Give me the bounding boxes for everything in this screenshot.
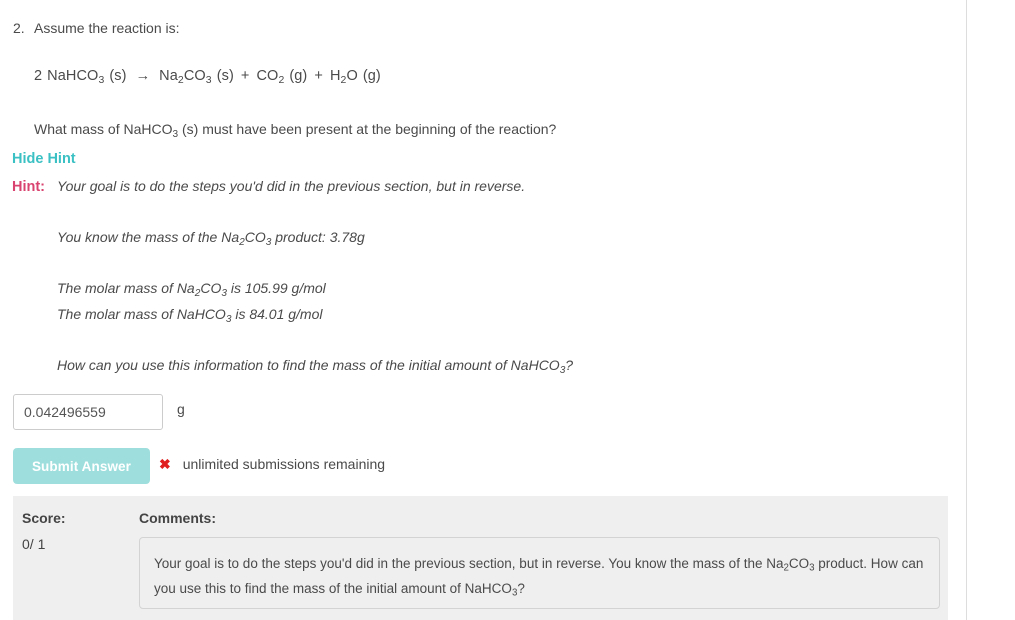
equation-arrow-icon: → xyxy=(135,68,151,84)
hint-molar2-post: is 84.01 g/mol xyxy=(231,306,323,322)
equation-plus-2: + xyxy=(314,68,323,84)
equation-plus-1: + xyxy=(240,68,250,84)
comments-box: Your goal is to do the steps you'd did i… xyxy=(139,537,940,609)
hint-mass-pre: You know the mass of the Na xyxy=(57,229,240,245)
followup-text-pre: What mass of NaHCO xyxy=(34,121,173,137)
hint-molar1-mid: CO xyxy=(200,280,222,296)
hint-first-row: Hint: Your goal is to do the steps you'd … xyxy=(12,178,525,195)
hint-molar1-post: is 105.99 g/mol xyxy=(226,280,326,296)
question-prompt-text: Assume the reaction is: xyxy=(34,20,180,36)
answer-unit-label: g xyxy=(177,401,185,417)
hint-howto-pre: How can you use this information to find… xyxy=(57,357,560,373)
grade-panel: Score: 0/ 1 Comments: Your goal is to do… xyxy=(13,496,948,620)
equation-product3-formula: H xyxy=(329,68,341,84)
equation-reactant-formula: NaHCO xyxy=(47,68,99,84)
question-number: 2. xyxy=(13,20,25,36)
hint-label: Hint: xyxy=(12,179,46,195)
hint-molar2-pre: The molar mass of NaHCO xyxy=(57,306,226,322)
hint-mass-post: product: 3.78g xyxy=(271,229,365,245)
hint-molar1-pre: The molar mass of Na xyxy=(57,280,195,296)
chemical-equation: 2 NaHCO3 (s) → Na2CO3 (s) + CO2 (g) + H2O (g) xyxy=(34,68,381,86)
question-prompt-line: 2. Assume the reaction is: xyxy=(13,18,943,38)
comments-label: Comments: xyxy=(139,510,217,526)
right-gutter xyxy=(967,0,1015,620)
equation-product2-subscript: 2 xyxy=(278,74,285,86)
hint-mass-mid: CO xyxy=(244,229,266,245)
equation-reactant-state: (s) xyxy=(109,68,127,84)
equation-product1-subscript-2: 3 xyxy=(205,74,212,86)
question-followup-text: What mass of NaHCO3 (s) must have been p… xyxy=(34,121,557,139)
hide-hint-link[interactable]: Hide Hint xyxy=(12,151,76,167)
hint-known-mass-line: You know the mass of the Na2CO3 product:… xyxy=(57,229,365,247)
cross-icon: ✖ xyxy=(159,456,171,472)
equation-product1-formula: Na xyxy=(159,68,178,84)
question-page-column: 2. Assume the reaction is: 2 NaHCO3 (s) → Na… xyxy=(0,0,966,620)
hint-howto-post: ? xyxy=(565,357,574,373)
hint-molar-mass-na2co3-line: The molar mass of Na2CO3 is 105.99 g/mol xyxy=(57,280,326,298)
equation-product3-state: (g) xyxy=(362,68,381,84)
equation-product1-formula-mid: CO xyxy=(183,68,206,84)
comment-mid: CO xyxy=(788,556,810,571)
comment-post: ? xyxy=(517,581,525,596)
score-label: Score: xyxy=(22,510,66,526)
equation-product2-state: (g) xyxy=(289,68,308,84)
equation-product1-state: (s) xyxy=(216,68,234,84)
comments-text: Your goal is to do the steps you'd did i… xyxy=(154,551,925,601)
hint-first-line: Your goal is to do the steps you'd did i… xyxy=(57,178,526,194)
equation-product2-formula: CO xyxy=(256,68,279,84)
followup-text-post: (s) must have been present at the beginn… xyxy=(178,121,557,137)
question-block: 2. Assume the reaction is: xyxy=(13,18,943,38)
equation-reactant-coefficient: 2 xyxy=(34,68,43,84)
equation-reactant-subscript: 3 xyxy=(98,74,105,86)
submissions-remaining-text: unlimited submissions remaining xyxy=(182,456,386,472)
answer-input[interactable] xyxy=(13,394,163,430)
equation-product3-formula-mid: O xyxy=(346,68,358,84)
score-value: 0/ 1 xyxy=(22,536,46,552)
submissions-status-row: ✖ unlimited submissions remaining xyxy=(159,456,385,472)
comment-pre: Your goal is to do the steps you'd did i… xyxy=(154,556,784,571)
hint-molar-mass-nahco3-line: The molar mass of NaHCO3 is 84.01 g/mol xyxy=(57,306,323,324)
submit-answer-button[interactable]: Submit Answer xyxy=(13,448,150,484)
hint-howto-line: How can you use this information to find… xyxy=(57,357,574,375)
